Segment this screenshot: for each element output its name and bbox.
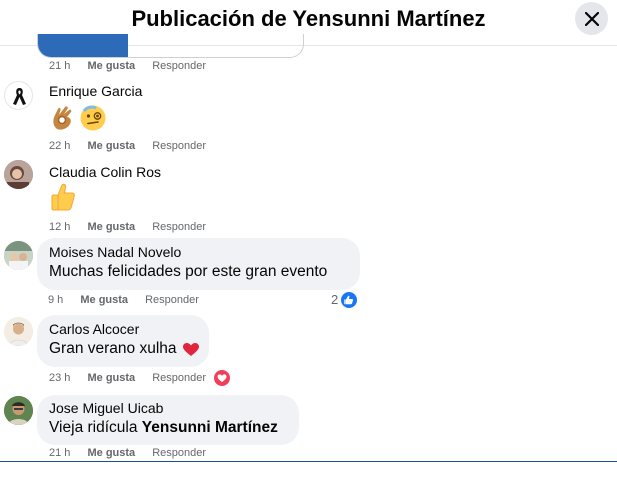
profile-photo xyxy=(4,317,33,346)
comment-image[interactable] xyxy=(37,34,304,58)
avatar[interactable] xyxy=(4,396,33,425)
red-heart-emoji-icon xyxy=(183,343,199,356)
avatar[interactable] xyxy=(4,160,33,189)
comment-author[interactable]: Moises Nadal Novelo xyxy=(49,244,181,260)
like-button[interactable]: Me gusta xyxy=(87,372,135,384)
reply-button[interactable]: Responder xyxy=(152,372,206,384)
like-button[interactable]: Me gusta xyxy=(87,60,135,72)
comment-text: Vieja ridícula Yensunni Martínez xyxy=(49,419,278,437)
close-icon xyxy=(584,11,599,26)
comment-author[interactable]: Jose Miguel Uicab xyxy=(49,400,163,416)
avatar[interactable] xyxy=(4,317,33,346)
comment-text-body: Vieja ridícula xyxy=(49,419,138,436)
profile-photo xyxy=(4,160,33,189)
comment-text: Gran verano xulha xyxy=(49,340,177,357)
profile-photo xyxy=(4,396,33,425)
reply-button[interactable]: Responder xyxy=(145,294,199,306)
mention-link[interactable]: Yensunni Martínez xyxy=(142,419,278,436)
ok-hand-emoji-icon xyxy=(53,106,72,130)
image-thumbnail xyxy=(38,34,128,57)
love-reaction-icon[interactable] xyxy=(214,370,230,386)
reply-button[interactable]: Responder xyxy=(152,60,206,72)
like-button[interactable]: Me gusta xyxy=(87,140,135,152)
close-button[interactable] xyxy=(575,2,608,35)
comment-meta: 21 h Me gusta Responder xyxy=(49,60,220,72)
divider xyxy=(0,461,617,462)
like-button[interactable]: Me gusta xyxy=(80,294,128,306)
comment-meta: 12 h Me gusta Responder xyxy=(49,221,220,233)
comment-author[interactable]: Carlos Alcocer xyxy=(49,321,139,337)
like-button[interactable]: Me gusta xyxy=(87,447,135,459)
thumbs-up-emoji-icon xyxy=(51,183,75,211)
reaction-count[interactable]: 2 xyxy=(331,292,338,307)
comment-time[interactable]: 21 h xyxy=(49,60,70,72)
profile-photo xyxy=(4,241,33,270)
black-ribbon-icon xyxy=(13,88,26,105)
comment-meta: 21 h Me gusta Responder xyxy=(49,447,220,459)
avatar[interactable] xyxy=(4,81,33,110)
face-with-monocle-emoji-icon xyxy=(80,105,106,131)
comment-author[interactable]: Claudia Colin Ros xyxy=(49,164,161,180)
comment-text: Muchas felicidades por este gran evento xyxy=(49,263,328,280)
reply-button[interactable]: Responder xyxy=(152,221,206,233)
comment-author[interactable]: Enrique Garcia xyxy=(49,83,142,99)
comment-time[interactable]: 23 h xyxy=(49,372,70,384)
like-button[interactable]: Me gusta xyxy=(87,221,135,233)
comment-time[interactable]: 12 h xyxy=(49,221,70,233)
like-reaction-icon[interactable] xyxy=(341,292,357,308)
avatar[interactable] xyxy=(4,241,33,270)
page-title: Publicación de Yensunni Martínez xyxy=(131,6,486,31)
comment-meta: 22 h Me gusta Responder xyxy=(49,140,220,152)
reply-button[interactable]: Responder xyxy=(152,140,206,152)
comment-meta: 23 h Me gusta Responder xyxy=(49,372,220,384)
comment-meta: 9 h Me gusta Responder xyxy=(48,294,213,306)
comment-time[interactable]: 9 h xyxy=(48,294,63,306)
comment-time[interactable]: 22 h xyxy=(49,140,70,152)
reply-button[interactable]: Responder xyxy=(152,447,206,459)
comment-time[interactable]: 21 h xyxy=(49,447,70,459)
